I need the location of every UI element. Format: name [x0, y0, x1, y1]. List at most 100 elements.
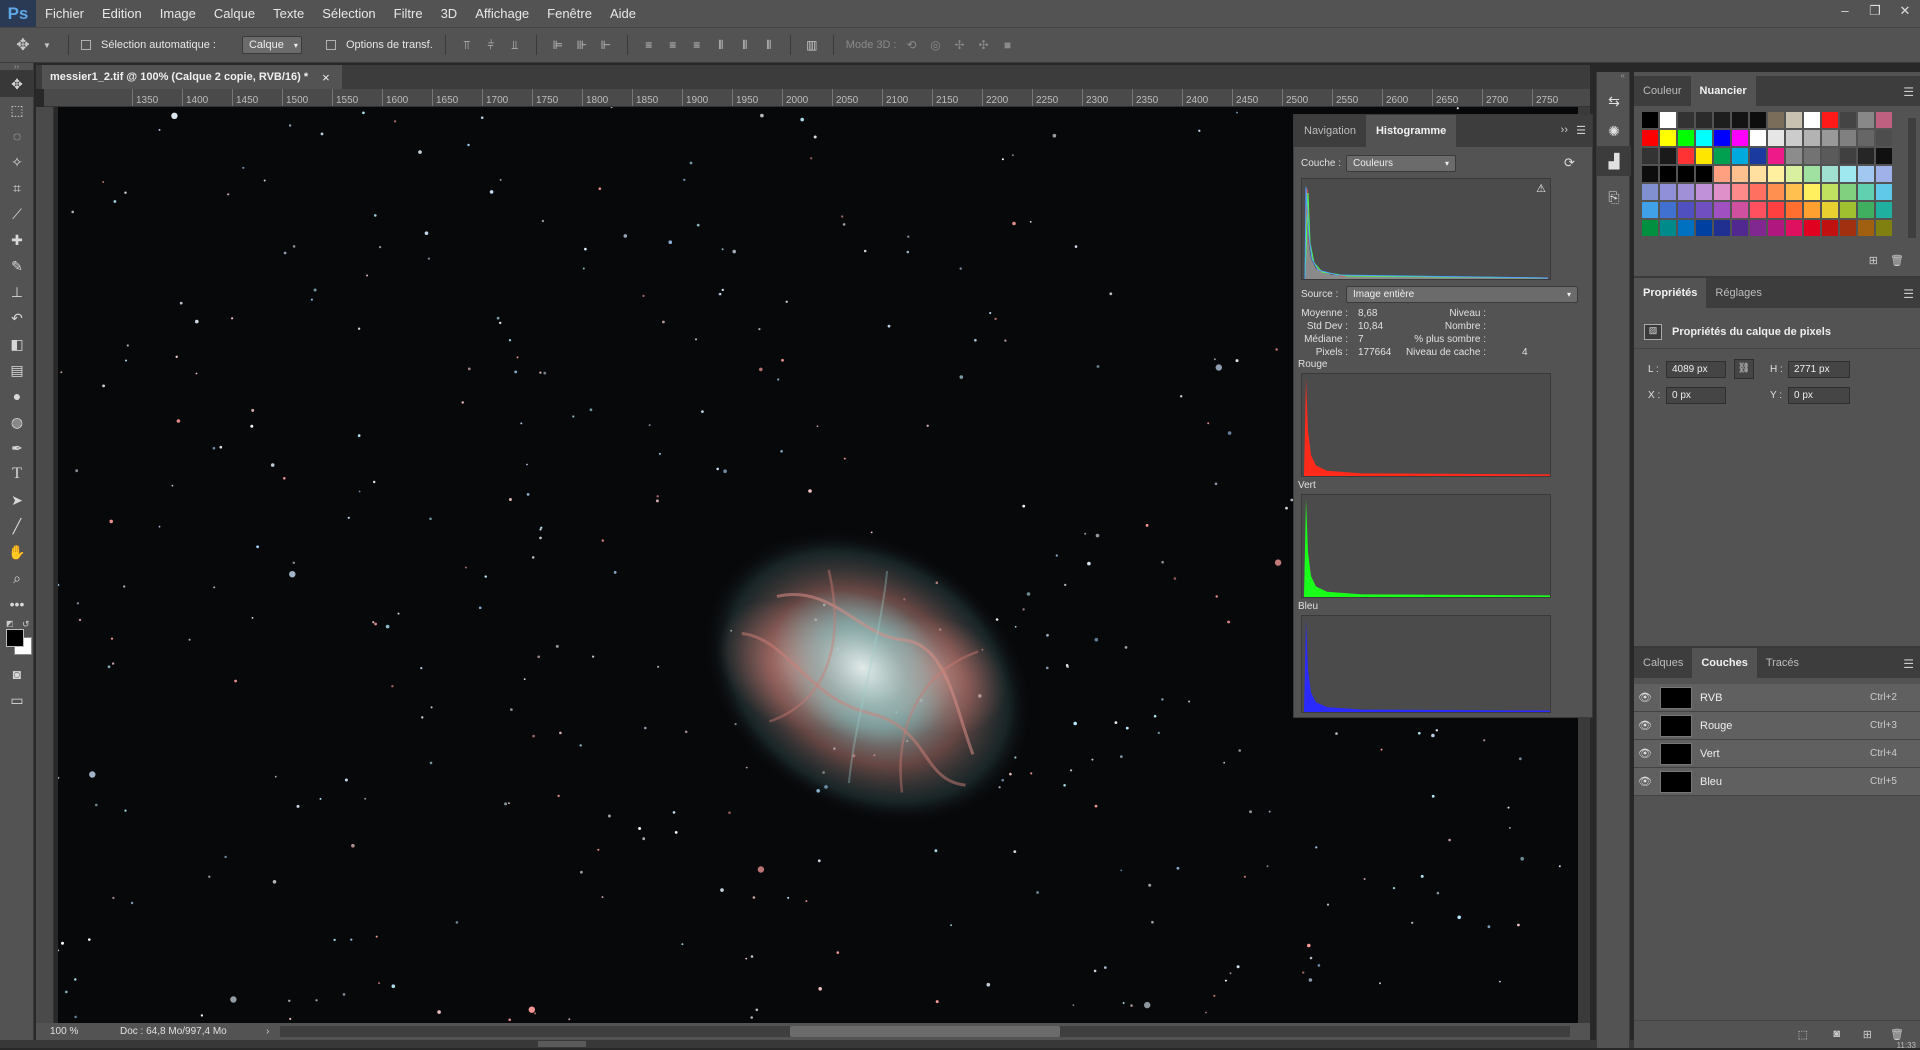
color-swatch[interactable]	[1696, 220, 1712, 236]
color-swatch[interactable]	[1858, 148, 1874, 164]
tab-nuancier[interactable]: Nuancier	[1690, 76, 1756, 106]
channel-row-rouge[interactable]: 👁 Rouge Ctrl+3	[1634, 712, 1920, 740]
color-swatch[interactable]	[1876, 130, 1892, 146]
healing-brush-tool-icon[interactable]: ✚	[0, 227, 34, 253]
color-swatch[interactable]	[1696, 184, 1712, 200]
color-swatch[interactable]	[1822, 202, 1838, 218]
width-field[interactable]: 4089 px	[1666, 361, 1726, 378]
color-swatch[interactable]	[1840, 130, 1856, 146]
color-swatch[interactable]	[1750, 148, 1766, 164]
color-swatch[interactable]	[1858, 220, 1874, 236]
color-swatch[interactable]	[1822, 148, 1838, 164]
color-swatch[interactable]	[1876, 166, 1892, 182]
color-swatch[interactable]	[1678, 184, 1694, 200]
document-tab[interactable]: messier1_2.tif @ 100% (Calque 2 copie, R…	[42, 65, 342, 89]
panel-menu-icon[interactable]: ☰	[1903, 657, 1914, 671]
color-swatch[interactable]	[1732, 166, 1748, 182]
orbit-3d-icon[interactable]: ⟲	[903, 36, 921, 54]
color-swatch[interactable]	[1714, 112, 1730, 128]
source-dropdown[interactable]: Image entière ▾	[1346, 286, 1578, 303]
color-swatch[interactable]	[1840, 112, 1856, 128]
color-swatch[interactable]	[1696, 148, 1712, 164]
color-swatch[interactable]	[1642, 148, 1658, 164]
move-tool-icon[interactable]: ✥	[14, 36, 32, 54]
color-swatch[interactable]	[1858, 202, 1874, 218]
color-swatch[interactable]	[1696, 112, 1712, 128]
color-swatch[interactable]	[1840, 166, 1856, 182]
more-tools-icon[interactable]: •••	[0, 591, 34, 617]
auto-select-dropdown[interactable]: Calque ▾	[241, 36, 302, 54]
color-swatch[interactable]	[1768, 130, 1784, 146]
horizontal-scrollbar-thumb[interactable]	[790, 1026, 1060, 1037]
color-swatch[interactable]	[1786, 130, 1802, 146]
slide-3d-icon[interactable]: ✣	[975, 36, 993, 54]
channel-row-vert[interactable]: 👁 Vert Ctrl+4	[1634, 740, 1920, 768]
color-swatch[interactable]	[1642, 184, 1658, 200]
color-swatch[interactable]	[1732, 112, 1748, 128]
auto-select-checkbox[interactable]	[81, 40, 91, 50]
magic-wand-tool-icon[interactable]: ✧	[0, 149, 34, 175]
scale-3d-icon[interactable]: ■	[999, 36, 1017, 54]
panel-menu-icon[interactable]: ☰	[1576, 124, 1586, 137]
crop-tool-icon[interactable]: ⌗	[0, 175, 34, 201]
distribute-vcenter-icon[interactable]: ≡	[664, 36, 682, 54]
clone-source-panel-icon[interactable]: ⎘	[1597, 182, 1631, 212]
color-swatch[interactable]	[1822, 166, 1838, 182]
trash-icon[interactable]: 🗑	[1890, 254, 1904, 267]
expand-panels-icon[interactable]: «	[1597, 72, 1629, 80]
x-field[interactable]: 0 px	[1666, 387, 1726, 404]
tab-couches[interactable]: Couches	[1692, 648, 1757, 678]
blur-tool-icon[interactable]: ●	[0, 383, 34, 409]
transform-controls-checkbox[interactable]	[325, 40, 336, 50]
eraser-tool-icon[interactable]: ◧	[0, 331, 34, 357]
tab-traces[interactable]: Tracés	[1757, 648, 1808, 678]
color-swatch[interactable]	[1786, 184, 1802, 200]
link-icon[interactable]: ⛓	[1734, 359, 1754, 379]
eyedropper-tool-icon[interactable]: ⟋	[0, 201, 34, 227]
color-swatch[interactable]	[1696, 166, 1712, 182]
color-swatch[interactable]	[1822, 220, 1838, 236]
distribute-left-icon[interactable]: ⦀	[712, 36, 730, 54]
y-field[interactable]: 0 px	[1788, 387, 1850, 404]
color-swatch[interactable]	[1678, 166, 1694, 182]
color-swatch[interactable]	[1642, 166, 1658, 182]
swatch-grid[interactable]	[1642, 112, 1906, 240]
color-swatch[interactable]	[1804, 184, 1820, 200]
color-swatch[interactable]	[1732, 184, 1748, 200]
bottom-scroll-thumb[interactable]	[538, 1041, 586, 1047]
color-swatches[interactable]: ◩ ↺	[0, 617, 33, 661]
color-swatch[interactable]	[1768, 184, 1784, 200]
tab-navigation[interactable]: Navigation	[1294, 115, 1366, 147]
color-swatch[interactable]	[1876, 112, 1892, 128]
color-swatch[interactable]	[1660, 166, 1676, 182]
new-channel-icon[interactable]: ⊞	[1863, 1028, 1872, 1041]
history-brush-tool-icon[interactable]: ↶	[0, 305, 34, 331]
color-swatch[interactable]	[1660, 130, 1676, 146]
refresh-icon[interactable]: ⟳	[1564, 155, 1575, 171]
align-left-icon[interactable]: ⊫	[549, 36, 567, 54]
tab-proprietes[interactable]: Propriétés	[1634, 278, 1707, 308]
tab-calques[interactable]: Calques	[1634, 648, 1692, 678]
channel-dropdown[interactable]: Couleurs ▾	[1346, 155, 1456, 172]
color-swatch[interactable]	[1750, 130, 1766, 146]
color-swatch[interactable]	[1840, 148, 1856, 164]
dodge-tool-icon[interactable]: ◍	[0, 409, 34, 435]
color-swatch[interactable]	[1660, 220, 1676, 236]
adjustments-panel-icon[interactable]: ✺	[1597, 116, 1631, 146]
move-tool-icon[interactable]: ✥	[0, 71, 34, 97]
hand-tool-icon[interactable]: ✋	[0, 539, 34, 565]
color-swatch[interactable]	[1750, 184, 1766, 200]
color-swatch[interactable]	[1714, 166, 1730, 182]
color-swatch[interactable]	[1768, 112, 1784, 128]
color-swatch[interactable]	[1660, 184, 1676, 200]
distribute-top-icon[interactable]: ≡	[640, 36, 658, 54]
zoom-level[interactable]: 100 %	[36, 1026, 96, 1037]
marquee-tool-icon[interactable]: ⬚	[0, 97, 34, 123]
close-window-button[interactable]: ✕	[1890, 0, 1920, 22]
color-swatch[interactable]	[1714, 184, 1730, 200]
color-swatch[interactable]	[1858, 130, 1874, 146]
color-swatch[interactable]	[1642, 130, 1658, 146]
zoom-tool-icon[interactable]: ⌕	[0, 565, 34, 591]
panel-menu-icon[interactable]: ☰	[1903, 85, 1914, 99]
foreground-color-swatch[interactable]	[6, 629, 24, 647]
